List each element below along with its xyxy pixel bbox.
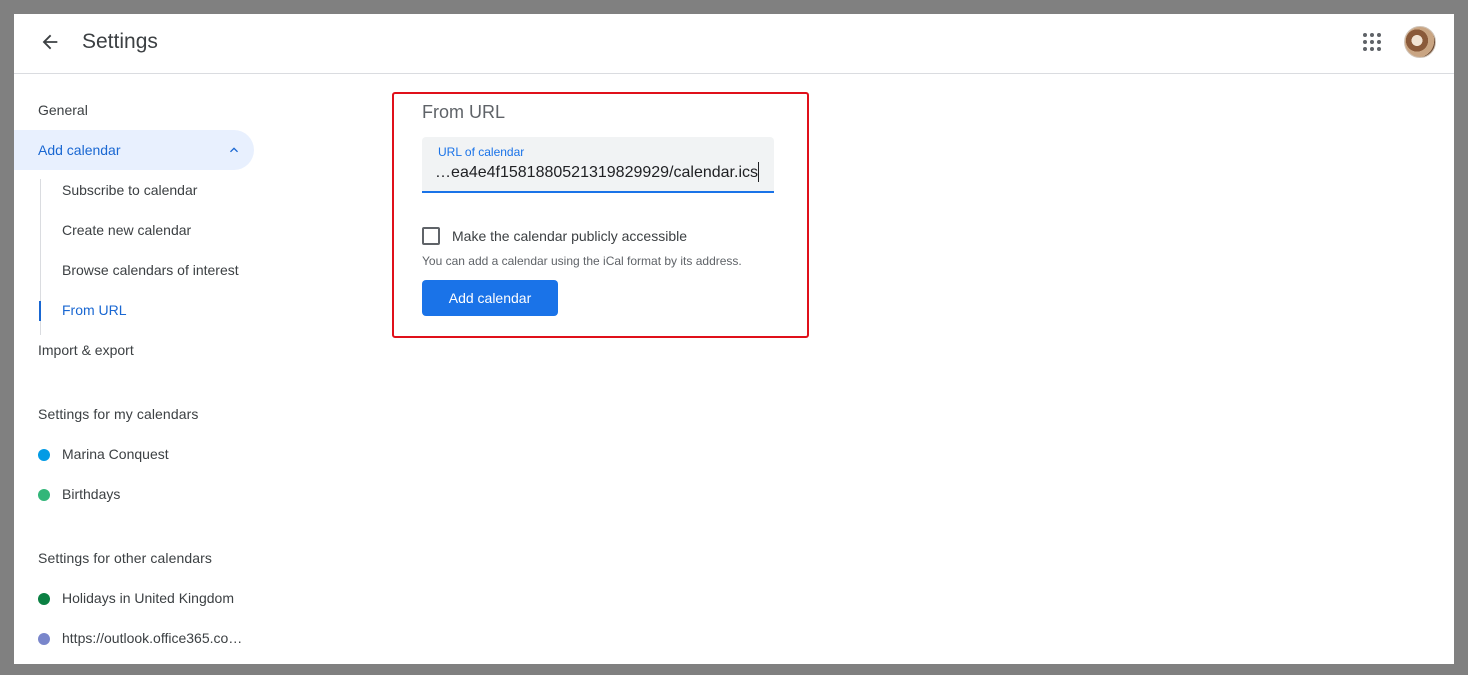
settings-sidebar: General Add calendar Subscribe to calend… xyxy=(14,74,274,664)
other-calendars-header: Settings for other calendars xyxy=(38,550,213,566)
calendar-label: Holidays in United Kingdom xyxy=(62,590,234,606)
top-app-bar: Settings xyxy=(14,14,1454,74)
nav-general[interactable]: General xyxy=(38,100,88,120)
nav-add-calendar[interactable]: Add calendar xyxy=(14,130,254,170)
calendar-url-input[interactable]: URL of calendar …ea4e4f15818805213198299… xyxy=(422,137,774,193)
subnav-active-indicator xyxy=(39,301,41,321)
arrow-back-icon xyxy=(42,34,58,50)
calendar-color-dot xyxy=(38,449,50,461)
nav-add-calendar-label: Add calendar xyxy=(38,142,121,158)
back-button[interactable] xyxy=(34,26,66,58)
nav-from-url[interactable]: From URL xyxy=(62,300,127,320)
calendar-color-dot xyxy=(38,593,50,605)
section-title: From URL xyxy=(422,102,506,122)
url-field-value: …ea4e4f1581880521319829929/calendar.ics xyxy=(435,164,758,181)
calendar-label: Birthdays xyxy=(62,486,121,502)
chevron-up-icon xyxy=(230,147,238,153)
calendar-label: https://outlook.office365.co… xyxy=(62,630,243,646)
text-caret xyxy=(758,162,759,182)
my-calendars-header: Settings for my calendars xyxy=(38,406,199,422)
nav-import-export[interactable]: Import & export xyxy=(38,340,134,360)
public-access-checkbox[interactable] xyxy=(422,227,440,245)
calendar-label: Marina Conquest xyxy=(62,446,169,462)
calendar-color-dot xyxy=(38,489,50,501)
add-calendar-button[interactable]: Add calendar xyxy=(422,280,558,316)
helper-text: You can add a calendar using the iCal fo… xyxy=(422,254,742,268)
account-avatar[interactable] xyxy=(1404,26,1436,58)
google-apps-button[interactable] xyxy=(1358,28,1386,56)
settings-window: Settings General Add calendar Subscribe … xyxy=(14,14,1454,664)
apps-grid-icon xyxy=(1363,33,1381,51)
nav-create-new-calendar[interactable]: Create new calendar xyxy=(62,220,191,240)
nav-subscribe-to-calendar[interactable]: Subscribe to calendar xyxy=(62,180,197,200)
page-title: Settings xyxy=(82,30,158,53)
nav-browse-calendars-of-interest[interactable]: Browse calendars of interest xyxy=(62,260,239,280)
url-field-label: URL of calendar xyxy=(438,145,525,159)
calendar-color-dot xyxy=(38,633,50,645)
public-access-checkbox-label: Make the calendar publicly accessible xyxy=(452,228,688,244)
